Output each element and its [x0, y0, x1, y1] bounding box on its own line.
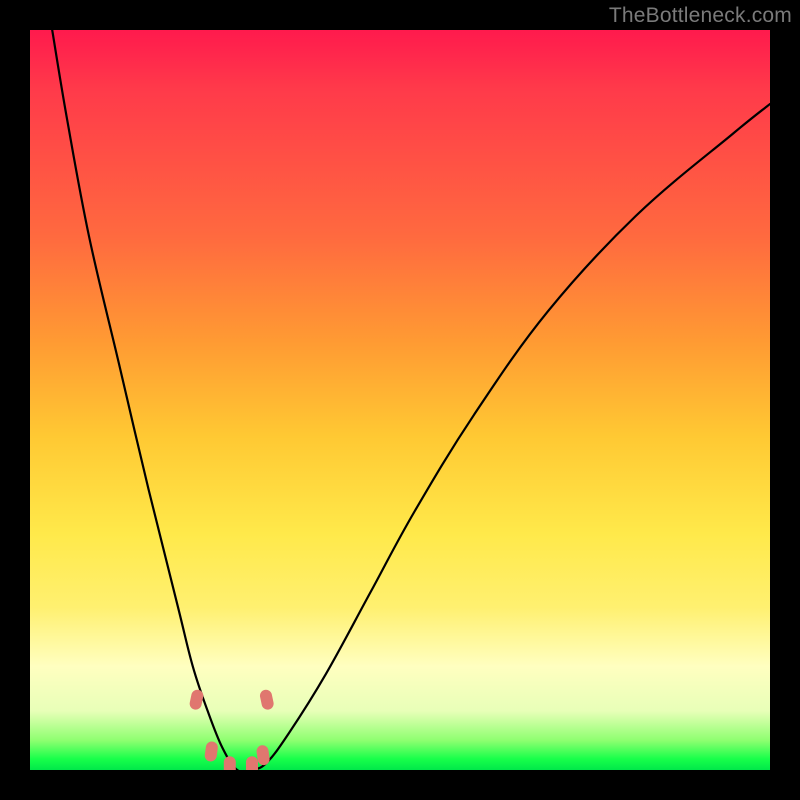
watermark-text: TheBottleneck.com: [609, 4, 792, 28]
curve-layer: [30, 30, 770, 770]
bottleneck-curve: [52, 30, 770, 770]
curve-marker: [246, 756, 258, 770]
plot-area: [30, 30, 770, 770]
curve-marker: [259, 689, 275, 711]
marker-group: [189, 689, 275, 770]
curve-marker: [224, 756, 236, 770]
curve-marker: [204, 741, 219, 762]
chart-frame: TheBottleneck.com: [0, 0, 800, 800]
